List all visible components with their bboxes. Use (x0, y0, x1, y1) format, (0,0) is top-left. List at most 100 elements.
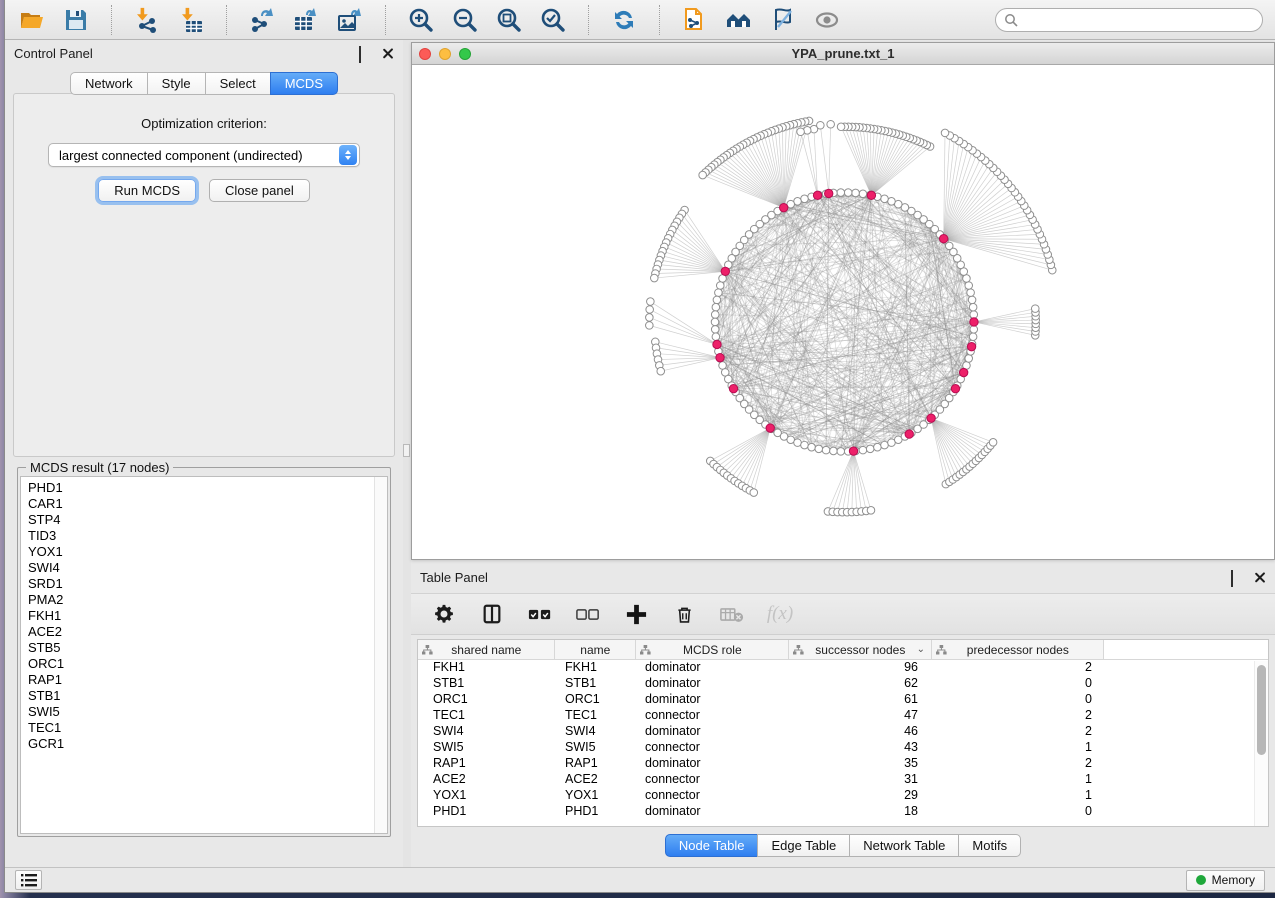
column-visibility-button[interactable] (479, 601, 505, 627)
control-panel-tab[interactable]: Style (147, 72, 206, 95)
mcds-result-item[interactable]: TEC1 (28, 720, 387, 736)
network-graph[interactable] (412, 65, 1274, 559)
mcds-result-item[interactable]: ORC1 (28, 656, 387, 672)
table-tab[interactable]: Network Table (849, 834, 959, 857)
deselect-all-button[interactable] (575, 601, 601, 627)
select-all-button[interactable] (527, 601, 553, 627)
open-file-button[interactable] (17, 5, 47, 35)
save-session-button[interactable] (61, 5, 91, 35)
network-window-titlebar[interactable]: YPA_prune.txt_1 (412, 43, 1274, 65)
mcds-result-item[interactable]: SWI4 (28, 560, 387, 576)
split-divider[interactable] (403, 40, 411, 867)
table-column-header[interactable]: shared name ⌄ (418, 640, 555, 659)
table-column-header[interactable]: predecessor nodes ⌄ (932, 640, 1104, 659)
export-image-button[interactable] (335, 5, 365, 35)
table-row[interactable]: SWI4 SWI4 dominator 46 2 (418, 724, 1268, 740)
table-row[interactable]: FKH1 FKH1 dominator 96 2 (418, 660, 1268, 676)
share-document-button[interactable] (680, 5, 710, 35)
search-input[interactable] (1018, 13, 1254, 27)
gear-button[interactable] (431, 601, 457, 627)
window-minimize-icon[interactable] (439, 48, 451, 60)
table-tab[interactable]: Edge Table (757, 834, 850, 857)
mcds-result-item[interactable]: ACE2 (28, 624, 387, 640)
delete-column-button[interactable] (671, 601, 697, 627)
mcds-result-list[interactable]: PHD1CAR1STP4TID3YOX1SWI4SRD1PMA2FKH1ACE2… (20, 476, 388, 834)
table-row[interactable]: RAP1 RAP1 dominator 35 2 (418, 756, 1268, 772)
mcds-panel: Optimization criterion: largest connecte… (13, 93, 395, 457)
table-row[interactable]: YOX1 YOX1 connector 29 1 (418, 788, 1268, 804)
optimization-criterion-select[interactable]: largest connected component (undirected) (48, 143, 360, 167)
table-tab[interactable]: Node Table (665, 834, 759, 857)
close-table-panel-button[interactable] (1253, 571, 1266, 584)
export-network-button[interactable] (247, 5, 277, 35)
result-scrollbar[interactable] (374, 477, 387, 833)
add-column-icon (625, 603, 648, 626)
table-panel: Table Panel (411, 564, 1275, 858)
function-builder-icon: f(x) (767, 603, 793, 625)
show-graphics-button[interactable] (812, 5, 842, 35)
search-field[interactable] (995, 8, 1263, 32)
hide-graphics-button[interactable] (768, 5, 798, 35)
function-builder-button[interactable]: f(x) (767, 601, 793, 627)
table-column-header[interactable]: successor nodes ⌄ (789, 640, 932, 659)
table-row[interactable]: ACE2 ACE2 connector 31 1 (418, 772, 1268, 788)
zoom-selected-button[interactable] (538, 5, 568, 35)
table-row[interactable]: TEC1 TEC1 connector 47 2 (418, 708, 1268, 724)
export-image-icon (337, 7, 363, 33)
network-canvas[interactable] (412, 65, 1274, 559)
control-panel-tab[interactable]: MCDS (270, 72, 338, 95)
table-row[interactable]: SWI5 SWI5 connector 43 1 (418, 740, 1268, 756)
add-column-button[interactable] (623, 601, 649, 627)
mcds-result-item[interactable]: YOX1 (28, 544, 387, 560)
import-network-button[interactable] (132, 5, 162, 35)
close-panel-button-mcds[interactable]: Close panel (209, 179, 310, 202)
run-mcds-button[interactable]: Run MCDS (98, 179, 196, 202)
float-table-panel-button[interactable] (1231, 571, 1244, 584)
window-close-icon[interactable] (419, 48, 431, 60)
mcds-result-item[interactable]: GCR1 (28, 736, 387, 752)
zoom-out-button[interactable] (450, 5, 480, 35)
float-panel-button[interactable] (359, 47, 372, 60)
table-row[interactable]: ORC1 ORC1 dominator 61 0 (418, 692, 1268, 708)
toolbar-separator (111, 5, 112, 35)
mcds-result-item[interactable]: STP4 (28, 512, 387, 528)
table-tab[interactable]: Motifs (958, 834, 1021, 857)
table-column-header[interactable]: name ⌄ (555, 640, 636, 659)
window-maximize-icon[interactable] (459, 48, 471, 60)
mcds-result-item[interactable]: RAP1 (28, 672, 387, 688)
mcds-result-item[interactable]: PHD1 (28, 480, 387, 496)
tree-icon (793, 645, 804, 655)
tree-icon (936, 645, 947, 655)
divider-grip-icon[interactable] (403, 444, 410, 457)
refresh-view-button[interactable] (609, 5, 639, 35)
table-column-header[interactable]: MCDS role ⌄ (636, 640, 789, 659)
mcds-result-item[interactable]: PMA2 (28, 592, 387, 608)
table-scrollbar-thumb[interactable] (1257, 665, 1266, 755)
zoom-in-button[interactable] (406, 5, 436, 35)
mcds-result-item[interactable]: CAR1 (28, 496, 387, 512)
zoom-fit-button[interactable] (494, 5, 524, 35)
mcds-result-item[interactable]: SRD1 (28, 576, 387, 592)
mcds-result-item[interactable]: TID3 (28, 528, 387, 544)
control-panel-tabs: NetworkStyleSelectMCDS (5, 72, 403, 95)
table-scrollbar[interactable] (1254, 661, 1268, 826)
control-panel-tab[interactable]: Select (205, 72, 271, 95)
table-row[interactable]: PHD1 PHD1 dominator 18 0 (418, 804, 1268, 820)
export-table-button[interactable] (291, 5, 321, 35)
task-history-button[interactable] (15, 870, 42, 890)
memory-button[interactable]: Memory (1186, 870, 1265, 891)
mcds-result-item[interactable]: STB5 (28, 640, 387, 656)
mcds-result-item[interactable]: FKH1 (28, 608, 387, 624)
table-header: shared name ⌄ name ⌄ MCDS role ⌄ (418, 640, 1268, 660)
close-panel-button[interactable] (381, 47, 394, 60)
mcds-result-item[interactable]: SWI5 (28, 704, 387, 720)
browser-button[interactable] (724, 5, 754, 35)
memory-label: Memory (1212, 873, 1255, 887)
delete-table-button[interactable] (719, 601, 745, 627)
table-body: FKH1 FKH1 dominator 96 2 STB1 STB1 domin… (418, 660, 1268, 820)
control-panel-tab[interactable]: Network (70, 72, 148, 95)
mcds-result-item[interactable]: STB1 (28, 688, 387, 704)
zoom-out-icon (452, 7, 478, 33)
import-table-button[interactable] (176, 5, 206, 35)
table-row[interactable]: STB1 STB1 dominator 62 0 (418, 676, 1268, 692)
